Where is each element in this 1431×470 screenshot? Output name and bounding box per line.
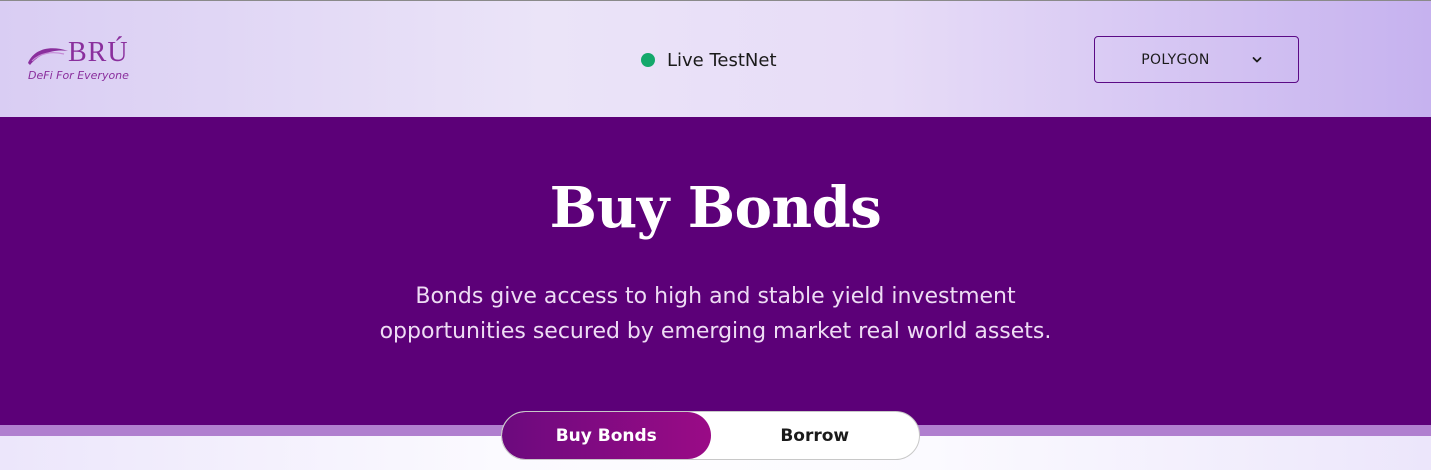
- page-title: Buy Bonds: [549, 175, 882, 241]
- mode-toggle: Buy Bonds Borrow: [501, 411, 920, 460]
- network-dropdown[interactable]: POLYGON: [1094, 36, 1299, 83]
- hero-description-line-1: Bonds give access to high and stable yie…: [415, 284, 1016, 309]
- logo-wordmark: BRÚ: [68, 37, 129, 68]
- brand-logo[interactable]: BRÚ DeFi For Everyone: [26, 37, 156, 87]
- tab-buy-bonds[interactable]: Buy Bonds: [502, 412, 711, 459]
- chevron-down-icon: [1252, 56, 1262, 62]
- tab-borrow[interactable]: Borrow: [711, 412, 920, 459]
- top-navbar: BRÚ DeFi For Everyone Live TestNet POLYG…: [0, 1, 1431, 117]
- hero-description: Bonds give access to high and stable yie…: [0, 279, 1431, 349]
- hero-section: Buy Bonds Bonds give access to high and …: [0, 117, 1431, 425]
- status-label: Live TestNet: [667, 49, 777, 71]
- status-dot-icon: [641, 53, 655, 67]
- logo-swoosh-icon: [28, 48, 68, 65]
- network-status: Live TestNet: [641, 48, 777, 72]
- logo-tagline: DeFi For Everyone: [28, 69, 129, 82]
- network-selected-label: POLYGON: [1141, 51, 1210, 68]
- hero-description-line-2: opportunities secured by emerging market…: [379, 319, 1052, 344]
